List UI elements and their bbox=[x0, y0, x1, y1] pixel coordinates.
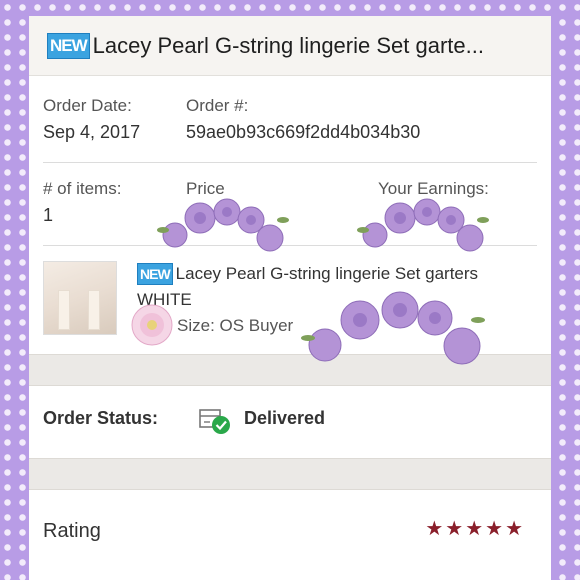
listing-title[interactable]: Lacey Pearl G-string lingerie Set garte.… bbox=[93, 33, 484, 59]
section-separator bbox=[29, 458, 551, 490]
earnings-label: Your Earnings: bbox=[378, 179, 489, 198]
delivered-box-icon bbox=[199, 409, 230, 434]
order-date-value: Sep 4, 2017 bbox=[43, 122, 141, 142]
rating-label: Rating bbox=[43, 520, 101, 542]
order-number-label: Order #: bbox=[186, 96, 249, 115]
order-status-label: Order Status: bbox=[43, 408, 159, 428]
section-separator bbox=[29, 354, 551, 386]
order-status-value: Delivered bbox=[244, 408, 326, 428]
price-label: Price bbox=[186, 179, 225, 198]
item-new-badge: NEW bbox=[137, 263, 173, 285]
items-count-label: # of items: bbox=[43, 179, 122, 198]
new-badge: NEW bbox=[47, 32, 90, 59]
thumbnail-leg-shape bbox=[58, 290, 70, 330]
title-bar: NEW Lacey Pearl G-string lingerie Set ga… bbox=[29, 16, 551, 76]
item-details[interactable]: NEW Lacey Pearl G-string lingerie Set gar… bbox=[137, 261, 478, 339]
order-card: NEW Lacey Pearl G-string lingerie Set ga… bbox=[29, 16, 551, 580]
divider bbox=[43, 162, 537, 163]
items-count-value: 1 bbox=[43, 205, 54, 225]
item-color: WHITE bbox=[137, 290, 192, 309]
item-thumbnail[interactable] bbox=[43, 261, 117, 335]
item-size-buyer: Size: OS Buyer bbox=[177, 316, 294, 335]
item-title: Lacey Pearl G-string lingerie Set garter… bbox=[175, 264, 479, 283]
rating-stars[interactable]: ★★★★★ bbox=[425, 516, 525, 541]
divider bbox=[43, 245, 537, 246]
order-date-label: Order Date: bbox=[43, 96, 132, 115]
order-number-value: 59ae0b93c669f2dd4b034b30 bbox=[186, 122, 421, 142]
thumbnail-leg-shape bbox=[88, 290, 100, 330]
